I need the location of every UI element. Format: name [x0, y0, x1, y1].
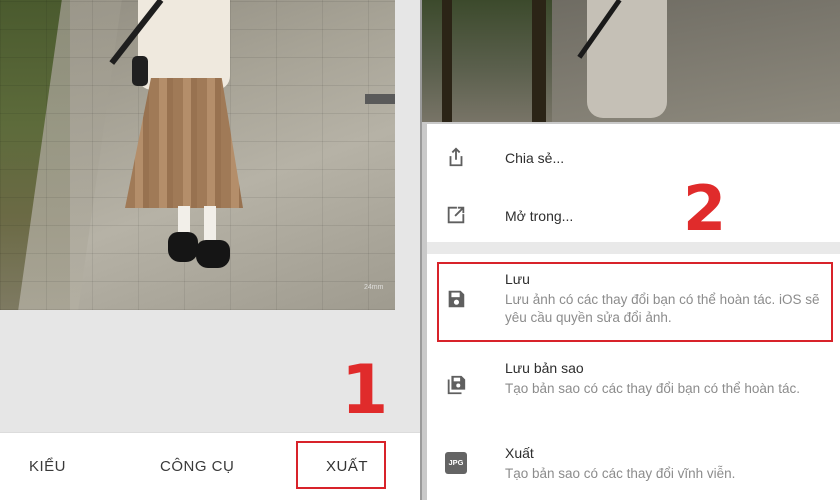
photo-person — [109, 0, 250, 280]
save-copy-icon — [447, 375, 466, 395]
tab-styles[interactable]: KIỂU — [29, 458, 66, 475]
open-external-icon — [447, 206, 465, 224]
photo-watermark: 24mm — [364, 284, 384, 291]
photo-drain — [365, 94, 395, 104]
share-icon — [449, 147, 463, 167]
menu-label-open-in: Mở trong... — [505, 208, 574, 224]
menu-desc-export: Tạo bản sao có các thay đổi vĩnh viễn. — [505, 466, 736, 481]
photo-tree-trunk — [442, 0, 452, 122]
menu-item-share[interactable]: Chia sẻ... — [427, 144, 840, 190]
photo-tree-trunk — [532, 0, 546, 122]
edited-photo: 24mm — [0, 0, 395, 310]
menu-item-save-copy[interactable]: Lưu bản sao Tạo bản sao có các thay đổi … — [427, 354, 840, 424]
right-screen: Chia sẻ... Mở trong... Lưu Lưu ảnh có cá… — [422, 0, 840, 500]
menu-desc-save-copy: Tạo bản sao có các thay đổi bạn có thể h… — [505, 381, 800, 396]
menu-label-export: Xuất — [505, 445, 534, 461]
person-skirt — [125, 78, 243, 208]
step-number-1: 1 — [341, 351, 389, 430]
tab-tools[interactable]: CÔNG CỤ — [160, 458, 234, 475]
dimmed-photo — [422, 0, 840, 122]
menu-label-save-copy: Lưu bản sao — [505, 360, 584, 376]
export-highlight-box — [296, 441, 386, 489]
menu-label-share: Chia sẻ... — [505, 150, 565, 166]
menu-item-open-in[interactable]: Mở trong... — [427, 202, 840, 248]
person-bag — [132, 56, 148, 86]
jpg-icon: JPG — [445, 452, 467, 474]
step-number-2: 2 — [683, 172, 727, 245]
person-shoe-right — [196, 240, 230, 268]
save-highlight-box — [437, 262, 833, 342]
photo-person — [587, 0, 667, 118]
person-shoe-left — [168, 232, 198, 262]
menu-item-export[interactable]: JPG Xuất Tạo bản sao có các thay đổi vĩn… — [427, 442, 840, 496]
left-screen: 24mm 1 KIỂU CÔNG CỤ XUẤT — [0, 0, 420, 500]
